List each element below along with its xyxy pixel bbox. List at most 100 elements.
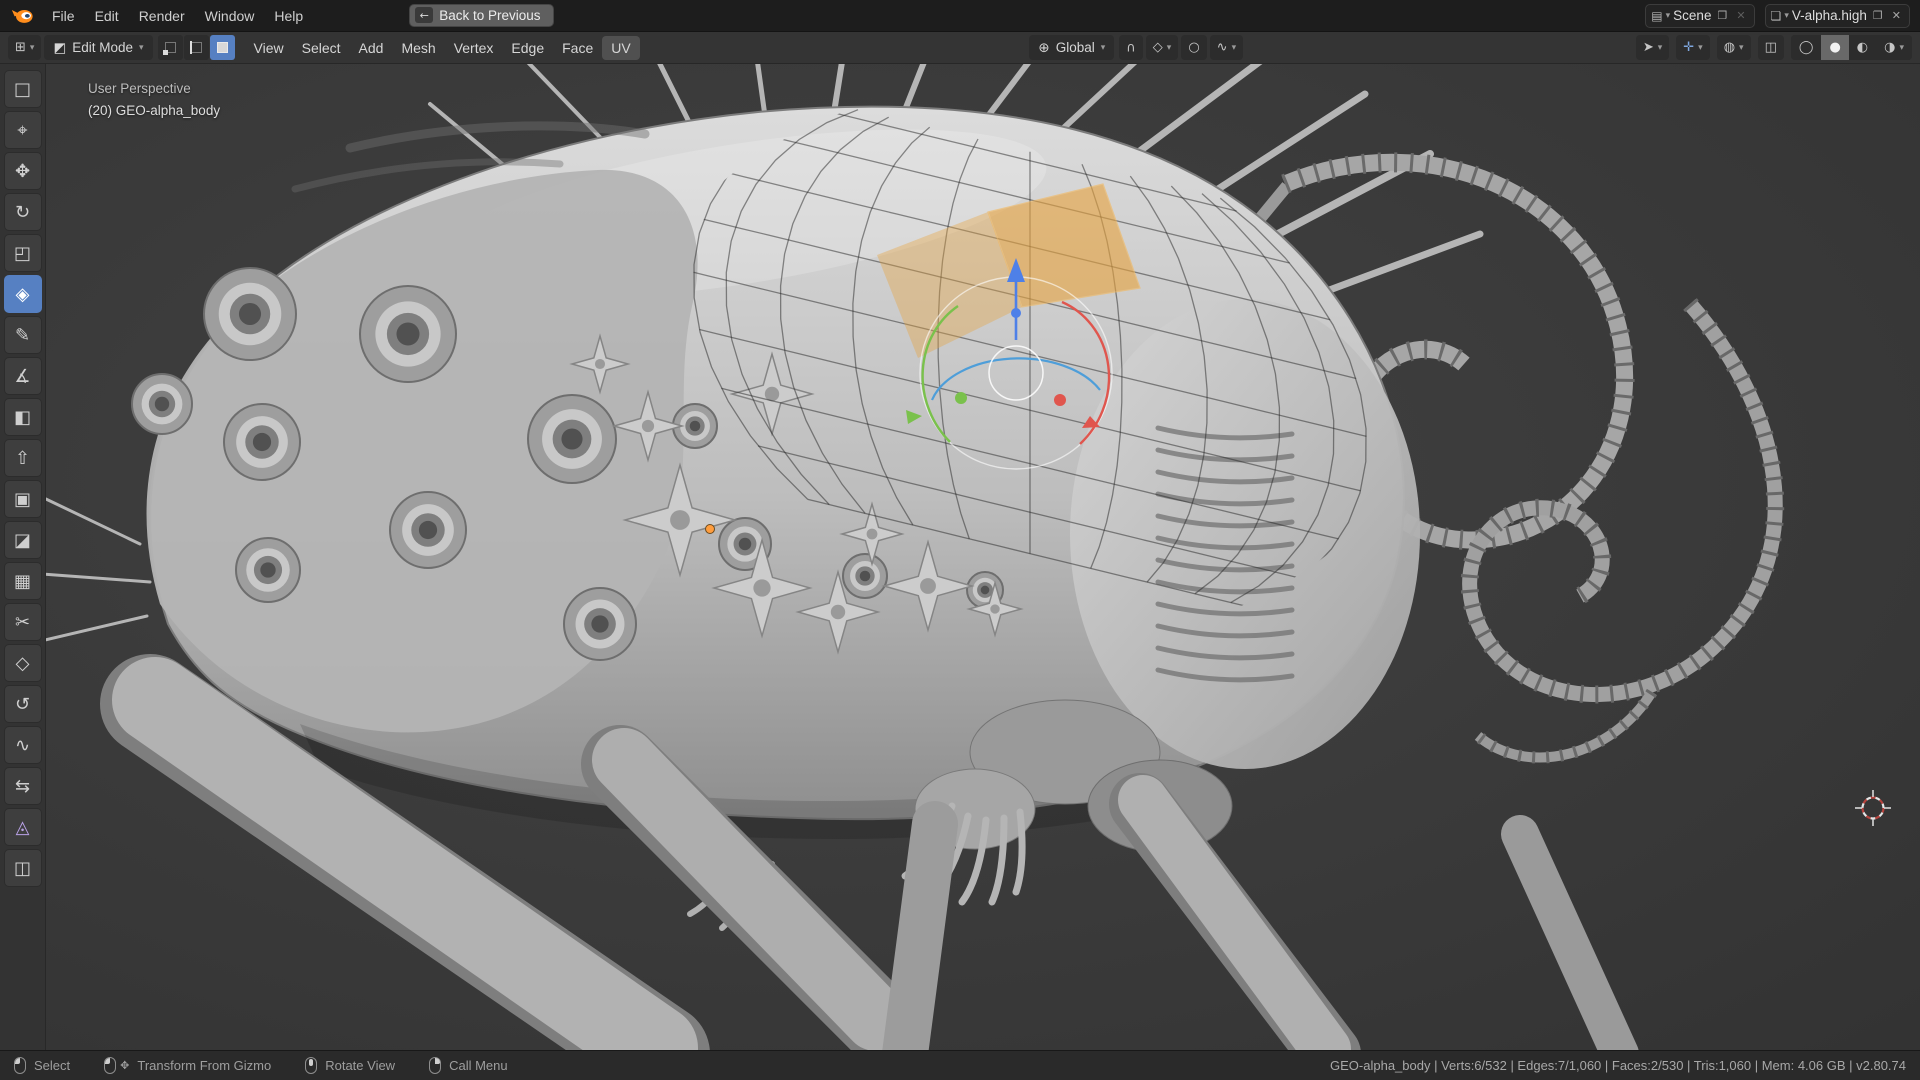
tool-extrude-region[interactable]: ⇧: [4, 439, 42, 477]
face-select-button[interactable]: [210, 35, 235, 60]
tool-smooth[interactable]: ∿: [4, 726, 42, 764]
menu-select[interactable]: Select: [293, 36, 350, 60]
scene-selector[interactable]: ▤ ▾ Scene ❐ ✕: [1645, 4, 1754, 28]
menu-edge[interactable]: Edge: [502, 36, 553, 60]
tool-select-box[interactable]: □: [4, 70, 42, 108]
chevron-down-icon: ▾: [139, 43, 144, 53]
back-to-previous-label: Back to Previous: [439, 8, 540, 23]
snap-target-dropdown[interactable]: ◇ ▾: [1146, 35, 1179, 60]
menu-window[interactable]: Window: [195, 5, 265, 27]
scene-unlink-icon[interactable]: ✕: [1733, 9, 1748, 22]
menu-help[interactable]: Help: [264, 5, 313, 27]
magnet-icon: ∪: [1126, 40, 1136, 55]
knife-icon: ✂: [15, 612, 30, 633]
proportional-editing-icon: ○: [1188, 40, 1199, 55]
menu-add[interactable]: Add: [350, 36, 393, 60]
tool-bevel[interactable]: ◪: [4, 521, 42, 559]
tool-annotate[interactable]: ✎: [4, 316, 42, 354]
tool-shrink-fatten[interactable]: ◬: [4, 808, 42, 846]
back-to-previous-button[interactable]: ← Back to Previous: [409, 4, 553, 27]
tool-rotate[interactable]: ↻: [4, 193, 42, 231]
viewport-header: ⊞ ▾ ◩ Edit Mode ▾ View Select Add Mesh V…: [0, 31, 1920, 64]
blender-logo-icon[interactable]: [10, 7, 34, 24]
topbar: File Edit Render Window Help ← Back to P…: [0, 0, 1920, 31]
hint-select-label: Select: [34, 1058, 70, 1073]
gizmos-dropdown[interactable]: ✛ ▾: [1676, 35, 1709, 60]
menu-uv[interactable]: UV: [602, 36, 639, 60]
overlays-dropdown[interactable]: ◍ ▾: [1717, 35, 1751, 60]
tool-measure[interactable]: ∡: [4, 357, 42, 395]
chevron-down-icon: ▾: [1666, 11, 1671, 21]
mouse-right-icon: [429, 1057, 441, 1074]
edge-slide-icon: ⇆: [15, 776, 30, 797]
cursor-icon: ⌖: [17, 120, 27, 141]
editor-type-button[interactable]: ⊞ ▾: [8, 35, 41, 60]
smooth-icon: ∿: [15, 735, 30, 756]
chevron-down-icon: ▾: [1698, 43, 1703, 53]
orientation-globe-icon: ⊕: [1038, 40, 1049, 56]
measure-icon: ∡: [14, 366, 30, 387]
xray-toggle-button[interactable]: ◫: [1758, 35, 1784, 60]
mode-dropdown[interactable]: ◩ Edit Mode ▾: [44, 35, 152, 60]
menu-face[interactable]: Face: [553, 36, 602, 60]
view-layer-icon: ❏: [1771, 9, 1782, 23]
view-layer-remove-icon[interactable]: ✕: [1889, 9, 1904, 22]
annotate-icon: ✎: [15, 325, 30, 346]
tool-poly-build[interactable]: ◇: [4, 644, 42, 682]
extrude-icon: ⇧: [15, 448, 30, 469]
menu-file[interactable]: File: [42, 5, 85, 27]
back-arrow-icon: ←: [415, 7, 433, 23]
tool-spin[interactable]: ↺: [4, 685, 42, 723]
falloff-curve-icon: ∿: [1217, 40, 1228, 55]
edit-mode-icon: ◩: [53, 40, 66, 56]
material-sphere-icon: ◐: [1857, 40, 1868, 55]
scale-icon: ◰: [14, 243, 31, 264]
chevron-down-icon: ▾: [1658, 43, 1663, 53]
proportional-editing-button[interactable]: ○: [1181, 35, 1206, 60]
transform-orientation-dropdown[interactable]: ⊕ Global ▾: [1029, 35, 1114, 60]
tool-transform[interactable]: ◈: [4, 275, 42, 313]
edge-select-button[interactable]: [184, 35, 209, 60]
tool-knife[interactable]: ✂: [4, 603, 42, 641]
tool-move[interactable]: ✥: [4, 152, 42, 190]
tool-loop-cut[interactable]: ▦: [4, 562, 42, 600]
view-layer-selector[interactable]: ❏ ▾ V-alpha.high ❐ ✕: [1765, 4, 1910, 28]
menu-render[interactable]: Render: [129, 5, 195, 27]
view-layer-copy-icon[interactable]: ❐: [1870, 9, 1886, 22]
shading-material-button[interactable]: ◐: [1849, 35, 1876, 60]
scene-copy-icon[interactable]: ❐: [1714, 9, 1730, 22]
tool-scale[interactable]: ◰: [4, 234, 42, 272]
tool-rip-region[interactable]: ◫: [4, 849, 42, 887]
rotate-icon: ↻: [15, 202, 30, 223]
mode-label: Edit Mode: [72, 40, 133, 55]
tool-inset-faces[interactable]: ▣: [4, 480, 42, 518]
active-object-label: (20) GEO-alpha_body: [88, 100, 220, 122]
viewport-header-right: ➤ ▾ ✛ ▾ ◍ ▾ ◫ ◯ ● ◐: [1636, 35, 1912, 60]
menu-view[interactable]: View: [245, 36, 293, 60]
shading-wireframe-button[interactable]: ◯: [1791, 35, 1822, 60]
menu-edit[interactable]: Edit: [85, 5, 129, 27]
move-icon: ✥: [15, 161, 30, 182]
snap-toggle-button[interactable]: ∪: [1119, 35, 1143, 60]
editor-type-icon: ⊞: [15, 40, 26, 55]
viewport-3d[interactable]: [0, 64, 1920, 1050]
menu-mesh[interactable]: Mesh: [392, 36, 444, 60]
mouse-left-icon: [14, 1057, 26, 1074]
shading-solid-button[interactable]: ●: [1821, 35, 1848, 60]
tool-edge-slide[interactable]: ⇆: [4, 767, 42, 805]
vertex-select-button[interactable]: [158, 35, 183, 60]
tool-cursor[interactable]: ⌖: [4, 111, 42, 149]
gizmo-x-handle[interactable]: [1054, 394, 1066, 406]
proportional-falloff-dropdown[interactable]: ∿ ▾: [1210, 35, 1243, 60]
inset-icon: ▣: [14, 489, 31, 510]
hint-rotate-view: Rotate View: [305, 1057, 395, 1074]
poly-build-icon: ◇: [16, 653, 30, 674]
shading-rendered-button[interactable]: ◑ ▾: [1876, 35, 1912, 60]
chevron-down-icon: ▾: [1101, 43, 1106, 53]
selectability-dropdown[interactable]: ➤ ▾: [1636, 35, 1669, 60]
status-bar: Select ✥ Transform From Gizmo Rotate Vie…: [0, 1050, 1920, 1080]
gizmo-y-handle[interactable]: [955, 392, 967, 404]
tool-add-cube[interactable]: ◧: [4, 398, 42, 436]
menu-vertex[interactable]: Vertex: [445, 36, 503, 60]
hint-call-menu: Call Menu: [429, 1057, 508, 1074]
